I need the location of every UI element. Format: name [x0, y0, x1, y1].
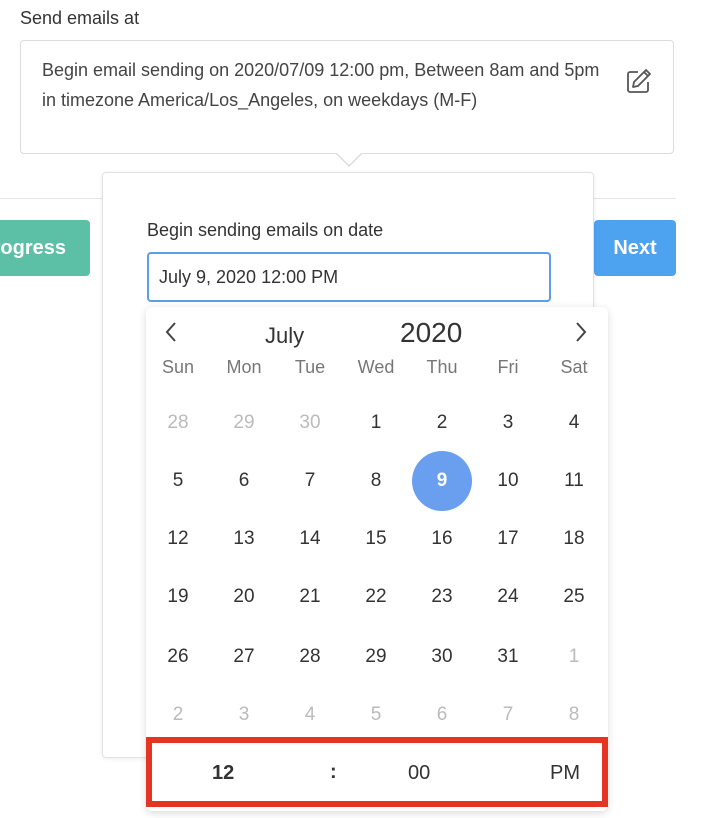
calendar-day[interactable]: 3: [480, 395, 536, 451]
ampm-toggle[interactable]: PM: [550, 762, 580, 785]
calendar-day[interactable]: 12: [150, 511, 206, 567]
calendar-day[interactable]: 2: [414, 395, 470, 451]
edit-icon[interactable]: [625, 67, 653, 95]
weekday-wed: Wed: [357, 357, 395, 377]
next-button[interactable]: Next: [594, 220, 676, 276]
calendar-day[interactable]: 1: [348, 395, 404, 451]
calendar-month[interactable]: July: [265, 323, 304, 349]
calendar-day[interactable]: 28: [150, 395, 206, 451]
calendar-day[interactable]: 7: [282, 453, 338, 509]
time-picker: 12 : 00 PM: [146, 737, 608, 807]
calendar-day[interactable]: 21: [282, 569, 338, 625]
popover-caret-fill: [337, 153, 361, 165]
weekday-header: Sun Mon Tue Wed Thu Fri Sat: [146, 357, 608, 381]
calendar-day[interactable]: 8: [546, 687, 602, 743]
chevron-right-icon[interactable]: [566, 321, 596, 347]
calendar-day[interactable]: 28: [282, 629, 338, 685]
calendar-day[interactable]: 17: [480, 511, 536, 567]
calendar-day[interactable]: 13: [216, 511, 272, 567]
calendar-day[interactable]: 29: [348, 629, 404, 685]
calendar-day[interactable]: 31: [480, 629, 536, 685]
calendar-day[interactable]: 1: [546, 629, 602, 685]
calendar-year[interactable]: 2020: [400, 317, 462, 349]
calendar-day[interactable]: 20: [216, 569, 272, 625]
calendar-day[interactable]: 24: [480, 569, 536, 625]
schedule-summary-text: Begin email sending on 2020/07/09 12:00 …: [42, 60, 600, 110]
chevron-left-icon[interactable]: [156, 321, 186, 347]
calendar-day[interactable]: 22: [348, 569, 404, 625]
minute-field[interactable]: 00: [408, 762, 430, 785]
section-label: Send emails at: [20, 8, 140, 28]
calendar-day[interactable]: 6: [414, 687, 470, 743]
calendar-day[interactable]: 26: [150, 629, 206, 685]
calendar-day[interactable]: 5: [348, 687, 404, 743]
calendar-day[interactable]: 14: [282, 511, 338, 567]
weekday-mon: Mon: [226, 357, 262, 377]
calendar-day[interactable]: 10: [480, 453, 536, 509]
calendar-day[interactable]: 3: [216, 687, 272, 743]
weekday-tue: Tue: [294, 357, 326, 377]
calendar-day[interactable]: 18: [546, 511, 602, 567]
calendar-day[interactable]: 11: [546, 453, 602, 509]
hour-field[interactable]: 12: [212, 762, 234, 785]
calendar-day[interactable]: 7: [480, 687, 536, 743]
calendar-day-selected[interactable]: 9: [412, 451, 472, 511]
calendar-day[interactable]: 30: [414, 629, 470, 685]
calendar-day[interactable]: 5: [150, 453, 206, 509]
calendar-day[interactable]: 27: [216, 629, 272, 685]
date-input[interactable]: July 9, 2020 12:00 PM: [147, 252, 551, 302]
weekday-sat: Sat: [560, 357, 588, 377]
calendar-day[interactable]: 19: [150, 569, 206, 625]
weekday-thu: Thu: [426, 357, 458, 377]
calendar-day[interactable]: 4: [282, 687, 338, 743]
schedule-summary-box: Begin email sending on 2020/07/09 12:00 …: [20, 40, 674, 154]
calendar-day[interactable]: 8: [348, 453, 404, 509]
calendar-dropdown: July 2020 Sun Mon Tue Wed Thu Fri Sat 28…: [146, 307, 608, 811]
calendar-day[interactable]: 30: [282, 395, 338, 451]
date-field-label: Begin sending emails on date: [147, 220, 384, 240]
weekday-fri: Fri: [497, 357, 519, 377]
calendar-day[interactable]: 25: [546, 569, 602, 625]
calendar-day[interactable]: 6: [216, 453, 272, 509]
calendar-day[interactable]: 15: [348, 511, 404, 567]
time-separator: :: [330, 761, 337, 783]
calendar-day[interactable]: 16: [414, 511, 470, 567]
calendar-day[interactable]: 29: [216, 395, 272, 451]
calendar-day[interactable]: 2: [150, 687, 206, 743]
calendar-day[interactable]: 23: [414, 569, 470, 625]
progress-button[interactable]: rogress: [0, 220, 90, 276]
weekday-sun: Sun: [161, 357, 195, 377]
calendar-day[interactable]: 4: [546, 395, 602, 451]
